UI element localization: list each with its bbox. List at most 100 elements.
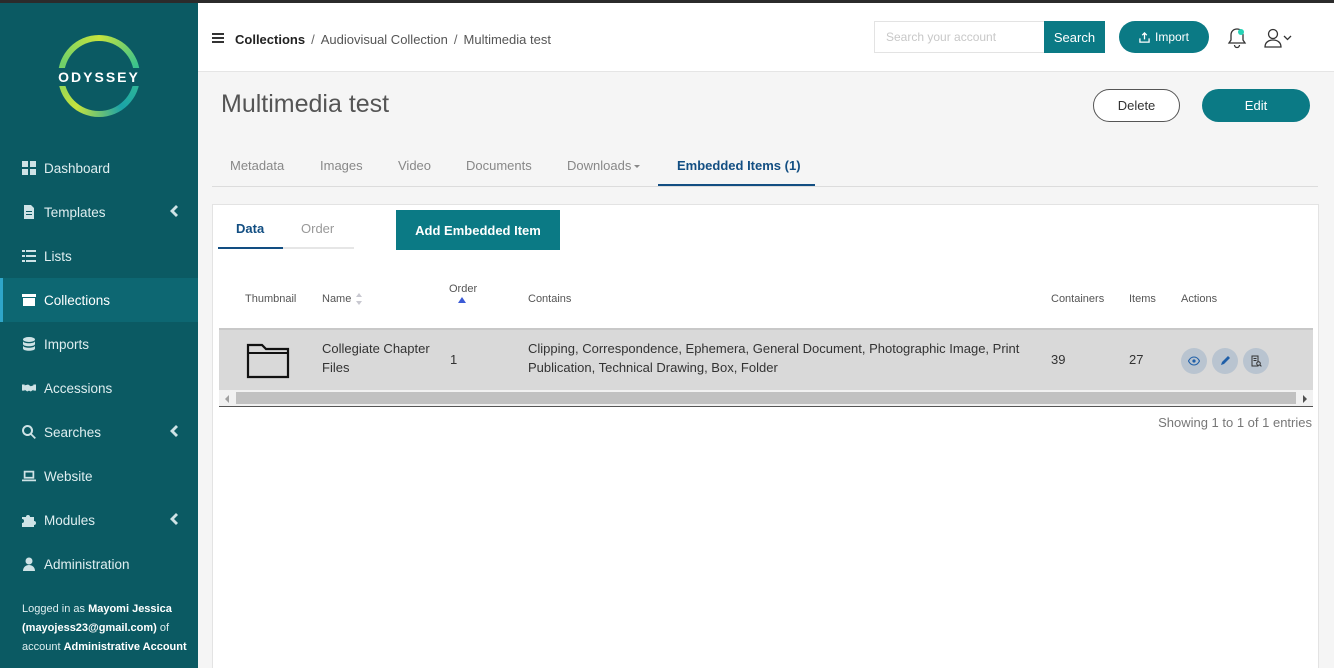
sidebar-item-label: Website: [44, 468, 93, 484]
pencil-icon: [1221, 356, 1230, 365]
folder-icon: [246, 343, 290, 379]
column-header-contains: Contains: [528, 293, 572, 305]
row-order: 1: [450, 352, 458, 367]
chevron-left-icon: [170, 425, 180, 439]
sidebar-item-label: Lists: [44, 248, 72, 264]
notification-dot: [1238, 29, 1244, 35]
upload-icon: [1139, 31, 1150, 43]
search-button[interactable]: Search: [1044, 21, 1105, 53]
hamburger-menu-icon[interactable]: [212, 33, 224, 43]
sidebar-item-templates[interactable]: Templates: [0, 190, 198, 234]
breadcrumb-current: Multimedia test: [463, 32, 551, 47]
sidebar-item-label: Searches: [44, 424, 102, 440]
row-containers: 39: [1051, 352, 1066, 367]
sidebar-item-dashboard[interactable]: Dashboard: [0, 146, 198, 190]
logo-text: ODYSSEY: [50, 68, 148, 86]
login-user: Mayomi Jessica: [88, 603, 172, 615]
sidebar-item-label: Administration: [44, 556, 130, 572]
sidebar-item-lists[interactable]: Lists: [0, 234, 198, 278]
row-name-line1: Collegiate Chapter: [322, 341, 430, 356]
column-header-name[interactable]: Name: [322, 293, 363, 306]
breadcrumb-collections[interactable]: Collections: [235, 32, 305, 47]
login-account: Administrative Account: [63, 641, 187, 653]
horizontal-scrollbar[interactable]: [219, 390, 1313, 407]
edit-row-button[interactable]: [1212, 348, 1238, 374]
scroll-right-arrow-icon[interactable]: [1303, 395, 1307, 403]
sidebar-item-website[interactable]: Website: [0, 454, 198, 498]
sidebar-item-accessions[interactable]: Accessions: [0, 366, 198, 410]
sidebar-item-modules[interactable]: Modules: [0, 498, 198, 542]
search-doc-icon: [22, 425, 36, 439]
tab-downloads-label: Downloads: [567, 158, 632, 173]
breadcrumb: Collections / Audiovisual Collection / Multi…: [235, 32, 551, 47]
row-contains-line1: Clipping, Correspondence, Ephemera, Gene…: [528, 341, 1020, 356]
tab-documents[interactable]: Documents: [466, 158, 532, 173]
user-menu-icon[interactable]: [1264, 28, 1296, 48]
column-header-containers: Containers: [1051, 293, 1105, 305]
sidebar-item-label: Modules: [44, 512, 96, 528]
delete-button[interactable]: Delete: [1093, 89, 1180, 122]
tab-metadata[interactable]: Metadata: [230, 158, 284, 173]
document-icon: [22, 205, 36, 219]
puzzle-icon: [22, 513, 36, 527]
scroll-left-arrow-icon[interactable]: [225, 395, 229, 403]
column-header-thumbnail: Thumbnail: [245, 293, 297, 305]
search-input[interactable]: [874, 21, 1044, 53]
sidebar-item-label: Accessions: [44, 380, 113, 396]
subtab-order[interactable]: Order: [301, 221, 334, 236]
view-button[interactable]: [1181, 348, 1207, 374]
tab-embedded-items[interactable]: Embedded Items (1): [677, 158, 801, 173]
sidebar-item-collections[interactable]: Collections: [0, 278, 198, 322]
tab-images[interactable]: Images: [320, 158, 363, 173]
user-icon: [22, 557, 36, 571]
document-action-button[interactable]: [1243, 348, 1269, 374]
caret-down-icon: [634, 165, 641, 169]
handshake-icon: [22, 381, 36, 395]
archive-icon: [22, 293, 36, 307]
sidebar-item-administration[interactable]: Administration: [0, 542, 198, 586]
chevron-left-icon: [170, 205, 180, 219]
column-header-actions: Actions: [1181, 293, 1218, 305]
login-info: Logged in as Mayomi Jessica (mayojess23@…: [22, 600, 187, 657]
subtab-data[interactable]: Data: [236, 221, 264, 236]
import-button[interactable]: Import: [1119, 21, 1209, 53]
row-name[interactable]: Collegiate Chapter Files: [322, 339, 430, 377]
row-contains-line2: Publication, Technical Drawing, Box, Fol…: [528, 360, 778, 375]
bell-icon[interactable]: [1226, 27, 1248, 49]
column-header-order[interactable]: Order: [449, 283, 477, 295]
login-email: (mayojess23@gmail.com): [22, 622, 157, 634]
column-header-items: Items: [1129, 293, 1156, 305]
sort-ascending-icon: [458, 297, 466, 303]
chevron-left-icon: [170, 513, 180, 527]
tab-downloads[interactable]: Downloads: [567, 158, 641, 173]
sidebar-item-label: Collections: [44, 292, 111, 308]
tab-video[interactable]: Video: [398, 158, 431, 173]
add-embedded-item-button[interactable]: Add Embedded Item: [396, 210, 560, 250]
sidebar-item-label: Imports: [44, 336, 90, 352]
import-label: Import: [1154, 30, 1189, 44]
sidebar-item-searches[interactable]: Searches: [0, 410, 198, 454]
table-row: Collegiate Chapter Files 1 Clipping, Cor…: [219, 328, 1313, 390]
eye-icon: [1188, 356, 1200, 366]
list-icon: [22, 249, 36, 263]
edit-button[interactable]: Edit: [1202, 89, 1310, 122]
sidebar-item-imports[interactable]: Imports: [0, 322, 198, 366]
sidebar: ODYSSEY Dashboard Templates Lists Collec…: [0, 3, 198, 668]
row-contains: Clipping, Correspondence, Ephemera, Gene…: [528, 339, 1019, 377]
embedded-items-panel: Data Order Add Embedded Item Thumbnail N…: [212, 204, 1319, 668]
row-items: 27: [1129, 352, 1144, 367]
column-header-name-label: Name: [322, 293, 352, 305]
active-tab-indicator: [658, 184, 815, 186]
page-title: Multimedia test: [221, 90, 390, 118]
window-top-border: [0, 0, 1334, 3]
breadcrumb-audiovisual-collection[interactable]: Audiovisual Collection: [321, 32, 448, 47]
table-info: Showing 1 to 1 of 1 entries: [1158, 415, 1312, 430]
record-tabs: Metadata Images Video Documents Download…: [212, 146, 1318, 187]
scrollbar-thumb[interactable]: [236, 392, 1296, 404]
row-name-line2: Files: [322, 360, 350, 375]
sidebar-item-label: Templates: [44, 204, 106, 220]
document-search-icon: [1251, 355, 1262, 367]
sort-icon: [356, 293, 363, 306]
dashboard-icon: [22, 161, 36, 175]
login-prefix: Logged in as: [22, 603, 89, 615]
